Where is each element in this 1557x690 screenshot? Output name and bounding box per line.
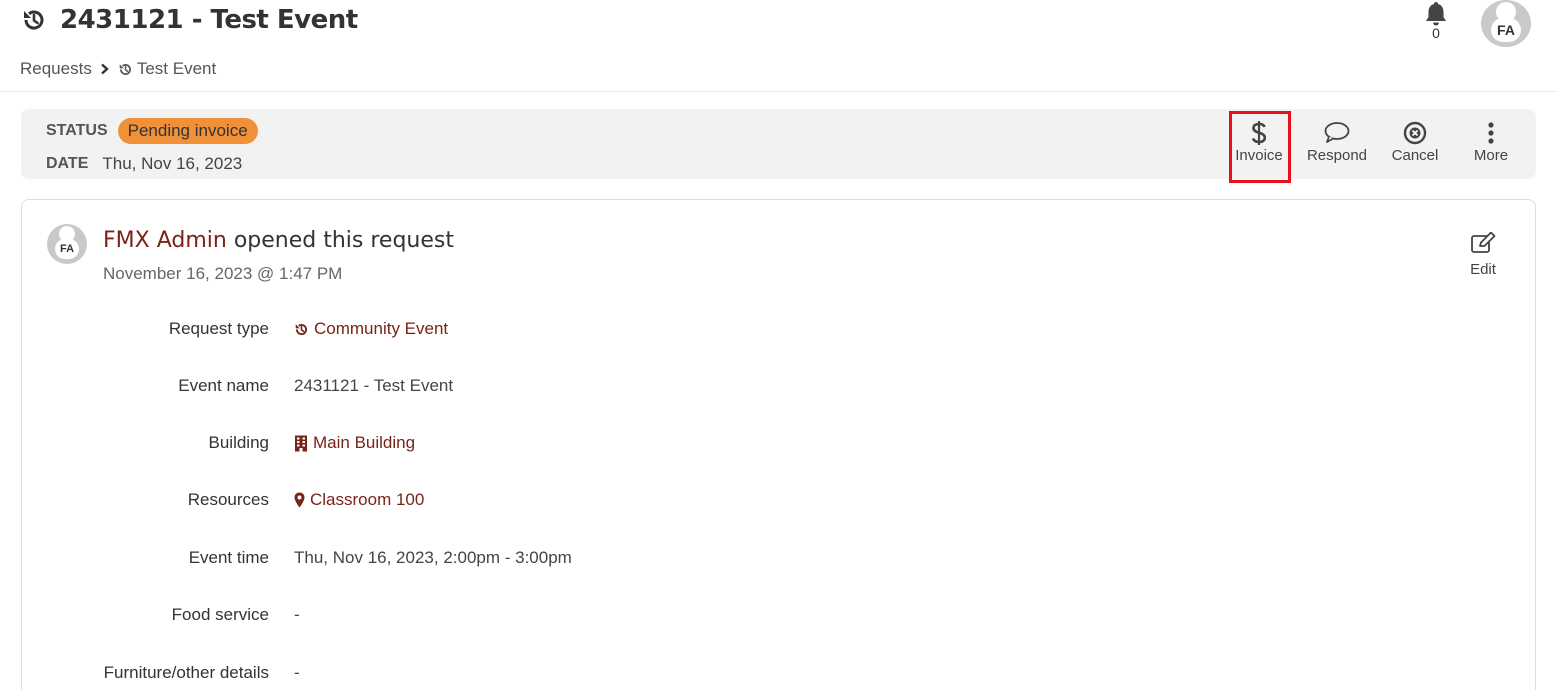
- date-row: DATE Thu, Nov 16, 2023: [46, 152, 242, 176]
- user-avatar[interactable]: FA: [1481, 0, 1531, 47]
- invoice-button[interactable]: Invoice: [1229, 121, 1289, 177]
- detail-value: -: [294, 663, 300, 682]
- activity-heading: FMX Admin opened this request: [103, 228, 454, 253]
- more-label: More: [1473, 147, 1509, 164]
- status-row: STATUS Pending invoice: [46, 117, 258, 145]
- edit-label: Edit: [1470, 261, 1496, 278]
- resources-link[interactable]: Classroom 100: [294, 490, 424, 510]
- detail-value: Classroom 100: [310, 490, 425, 509]
- detail-label: Event time: [188, 548, 269, 567]
- map-marker-icon: [294, 492, 305, 508]
- detail-label: Building: [208, 433, 270, 452]
- status-badge: Pending invoice: [117, 118, 258, 144]
- user-name-link[interactable]: FMX Admin: [103, 228, 227, 253]
- activity-card: FA FMX Admin opened this request Novembe…: [21, 199, 1536, 690]
- detail-label: Food service: [171, 605, 269, 624]
- notification-count: 0: [1432, 25, 1440, 41]
- building-link[interactable]: Main Building: [294, 433, 415, 453]
- date-label: DATE: [46, 155, 89, 172]
- vertical-dots-icon: [1487, 121, 1495, 145]
- speech-bubble-icon: [1323, 121, 1351, 145]
- edit-button[interactable]: Edit: [1463, 231, 1503, 278]
- notifications-button[interactable]: 0: [1422, 0, 1450, 44]
- cancel-button[interactable]: Cancel: [1388, 121, 1442, 177]
- detail-row-furniture: Furniture/other details -: [22, 661, 1022, 685]
- close-circle-icon: [1403, 121, 1427, 145]
- history-icon: [294, 322, 309, 337]
- title-row: 2431121 - Test Event: [20, 2, 358, 38]
- status-label: STATUS: [46, 122, 108, 139]
- activity-timestamp: November 16, 2023 @ 1:47 PM: [103, 264, 343, 283]
- chevron-right-icon: [100, 63, 110, 75]
- detail-row-resources: Resources Classroom 100: [22, 488, 1022, 512]
- detail-row-event-time: Event time Thu, Nov 16, 2023, 2:00pm - 3…: [22, 546, 1022, 570]
- more-button[interactable]: More: [1469, 121, 1513, 177]
- detail-row-food-service: Food service -: [22, 603, 1022, 627]
- breadcrumb-requests-link[interactable]: Requests: [20, 59, 92, 79]
- building-icon: [294, 435, 308, 452]
- invoice-label: Invoice: [1235, 147, 1283, 164]
- detail-value: Thu, Nov 16, 2023, 2:00pm - 3:00pm: [294, 548, 572, 567]
- activity-avatar: FA: [47, 224, 87, 264]
- detail-value: Community Event: [314, 319, 449, 338]
- date-value: Thu, Nov 16, 2023: [102, 154, 243, 173]
- respond-label: Respond: [1306, 147, 1368, 164]
- request-type-link[interactable]: Community Event: [294, 319, 448, 339]
- detail-value: -: [294, 605, 300, 624]
- dollar-icon: [1251, 121, 1267, 145]
- status-bar: STATUS Pending invoice DATE Thu, Nov 16,…: [21, 109, 1536, 179]
- avatar-initials: FA: [55, 239, 79, 259]
- detail-label: Resources: [187, 490, 269, 509]
- detail-label: Request type: [168, 319, 269, 338]
- detail-label: Furniture/other details: [103, 663, 269, 682]
- respond-button[interactable]: Respond: [1305, 121, 1369, 177]
- avatar-initials: FA: [1491, 18, 1521, 42]
- detail-value: Main Building: [313, 433, 416, 452]
- history-icon: [20, 6, 48, 34]
- page-title: 2431121 - Test Event: [60, 5, 358, 35]
- breadcrumb-current: Test Event: [136, 59, 217, 78]
- detail-row-event-name: Event name 2431121 - Test Event: [22, 374, 1022, 398]
- activity-action-text: opened this request: [233, 228, 454, 253]
- detail-row-building: Building Main Building: [22, 431, 1022, 455]
- page-header: 2431121 - Test Event Requests Test Event…: [0, 0, 1557, 92]
- detail-value: 2431121 - Test Event: [294, 376, 454, 395]
- history-icon: [118, 62, 133, 77]
- breadcrumb: Requests Test Event: [20, 58, 216, 80]
- edit-icon: [1470, 231, 1496, 259]
- detail-row-request-type: Request type Community Event: [22, 317, 1022, 341]
- detail-label: Event name: [178, 376, 269, 395]
- cancel-label: Cancel: [1391, 147, 1439, 164]
